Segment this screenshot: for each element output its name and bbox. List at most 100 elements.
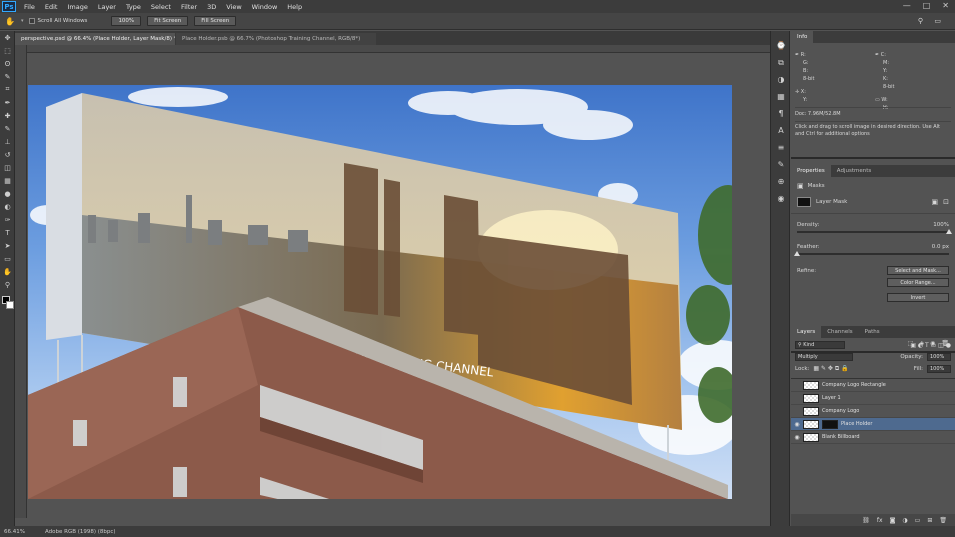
history-icon[interactable]: ⌚: [771, 37, 791, 54]
marquee-icon[interactable]: ⬚: [0, 44, 15, 57]
add-pixel-mask-icon[interactable]: ▣: [932, 198, 939, 206]
add-mask-icon[interactable]: ◙: [890, 517, 896, 524]
filter-icons[interactable]: ▣ ◐ T ▭ ◫ ●: [910, 342, 951, 349]
layer-row[interactable]: ◉ Place Holder: [791, 418, 955, 431]
path-select-icon[interactable]: ➤: [0, 239, 15, 252]
select-and-mask-button[interactable]: Select and Mask...: [887, 266, 949, 275]
blur-icon[interactable]: ●: [0, 187, 15, 200]
swatches-icon[interactable]: ▦: [771, 88, 791, 105]
brush-icon[interactable]: ✎: [0, 122, 15, 135]
new-layer-icon[interactable]: ⊞: [927, 517, 932, 524]
background-color[interactable]: [6, 301, 14, 309]
delete-layer-icon[interactable]: 🗑: [939, 517, 947, 524]
layer-row[interactable]: Company Logo: [791, 405, 955, 418]
new-group-icon[interactable]: ▭: [915, 517, 921, 524]
zoom-100-button[interactable]: 100%: [111, 16, 142, 26]
menu-edit[interactable]: Edit: [40, 3, 63, 11]
stamp-icon[interactable]: ⊥: [0, 135, 15, 148]
menu-help[interactable]: Help: [282, 3, 307, 11]
tab-channels[interactable]: Channels: [821, 326, 858, 338]
feather-slider-knob[interactable]: [794, 251, 800, 256]
fill-field[interactable]: 100%: [927, 365, 951, 373]
lasso-icon[interactable]: ʘ: [0, 57, 15, 70]
shape-icon[interactable]: ▭: [0, 252, 15, 265]
search-icon[interactable]: ⚲: [918, 17, 923, 25]
menu-type[interactable]: Type: [121, 3, 146, 11]
menu-layer[interactable]: Layer: [93, 3, 121, 11]
layer-style-icon[interactable]: fx: [877, 517, 883, 524]
crop-icon[interactable]: ⌗: [0, 83, 15, 96]
workspace-icon[interactable]: ▭: [934, 17, 941, 25]
tab-place-holder[interactable]: Place Holder.psb @ 66.7% (Photoshop Trai…: [176, 33, 376, 45]
menu-view[interactable]: View: [221, 3, 246, 11]
pen-icon[interactable]: ✑: [0, 213, 15, 226]
filter-kind-dropdown[interactable]: ⚲ Kind: [795, 341, 845, 349]
layer-mask-thumbnail[interactable]: [822, 419, 838, 429]
tab-properties[interactable]: Properties: [791, 165, 831, 177]
gradient-icon[interactable]: ▦: [0, 174, 15, 187]
opacity-field[interactable]: 100%: [927, 353, 951, 361]
fit-screen-button[interactable]: Fit Screen: [147, 16, 189, 26]
paragraph-icon[interactable]: ≡: [771, 139, 791, 156]
healing-icon[interactable]: ✚: [0, 109, 15, 122]
eye-icon[interactable]: ◉: [791, 434, 803, 441]
density-slider[interactable]: [797, 229, 952, 234]
minimize-icon[interactable]: —: [903, 1, 911, 10]
tab-perspective[interactable]: perspective.psd @ 66.4% (Place Holder, L…: [15, 33, 175, 45]
menu-filter[interactable]: Filter: [176, 3, 202, 11]
menu-3d[interactable]: 3D: [202, 3, 221, 11]
tab-paths[interactable]: Paths: [859, 326, 886, 338]
vertical-ruler: [15, 45, 27, 518]
maximize-icon[interactable]: □: [923, 1, 931, 10]
styles-icon[interactable]: ¶: [771, 105, 791, 122]
color-range-button[interactable]: Color Range...: [887, 278, 949, 287]
density-value[interactable]: 100%: [933, 222, 949, 228]
eraser-icon[interactable]: ◫: [0, 161, 15, 174]
hand-tool-icon[interactable]: ✋: [5, 17, 15, 26]
canvas-area[interactable]: OP TRAINING CHANNEL: [27, 53, 770, 518]
feather-slider[interactable]: [794, 251, 949, 256]
adjustment-layer-icon[interactable]: ◑: [902, 517, 907, 524]
tab-info[interactable]: Info: [791, 31, 814, 43]
eye-icon[interactable]: ◉: [791, 421, 803, 428]
tab-layers[interactable]: Layers: [791, 326, 822, 338]
adjustments-icon[interactable]: ◑: [771, 71, 791, 88]
type-icon[interactable]: T: [0, 226, 15, 239]
move-icon[interactable]: ✥: [0, 31, 15, 44]
scroll-all-windows-checkbox[interactable]: Scroll All Windows: [29, 18, 87, 24]
add-vector-mask-icon[interactable]: ⊡: [943, 198, 949, 206]
menu-image[interactable]: Image: [62, 3, 92, 11]
layer-row[interactable]: ◉ Blank Billboard: [791, 431, 955, 444]
feather-value[interactable]: 0.0 px: [932, 244, 949, 250]
layer-row[interactable]: Layer 1: [791, 392, 955, 405]
navigator-icon[interactable]: ◉: [771, 190, 791, 207]
menu-file[interactable]: File: [19, 3, 40, 11]
color-swatches[interactable]: [0, 295, 15, 313]
invert-button[interactable]: Invert: [887, 293, 949, 302]
pixel-mask-icon[interactable]: ▣: [797, 182, 804, 190]
menu-select[interactable]: Select: [146, 3, 176, 11]
fill-screen-button[interactable]: Fill Screen: [194, 16, 237, 26]
zoom-level[interactable]: 66.41%: [4, 529, 25, 535]
density-slider-knob[interactable]: [946, 229, 952, 234]
lock-icons[interactable]: ▦ ✎ ✥ ⧉ 🔒: [813, 365, 848, 373]
eyedropper-icon[interactable]: ✒: [0, 96, 15, 109]
document-image[interactable]: OP TRAINING CHANNEL: [28, 85, 732, 499]
libraries-icon[interactable]: ⧉: [771, 54, 791, 71]
quick-select-icon[interactable]: ✎: [0, 70, 15, 83]
dodge-icon[interactable]: ◐: [0, 200, 15, 213]
character-icon[interactable]: A: [771, 122, 791, 139]
brushes-icon[interactable]: ✎: [771, 156, 791, 173]
document-tabs: perspective.psd @ 66.4% (Place Holder, L…: [15, 31, 770, 45]
history-brush-icon[interactable]: ↺: [0, 148, 15, 161]
clone-source-icon[interactable]: ⊕: [771, 173, 791, 190]
zoom-icon[interactable]: ⚲: [0, 278, 15, 291]
layer-row[interactable]: Company Logo Rectangle: [791, 379, 955, 392]
menu-window[interactable]: Window: [247, 3, 283, 11]
close-icon[interactable]: ✕: [942, 1, 949, 10]
link-layers-icon[interactable]: ⛓: [862, 517, 870, 524]
tool-preset-dropdown-icon[interactable]: ▾: [21, 18, 24, 24]
hand-icon[interactable]: ✋: [0, 265, 15, 278]
tab-adjustments[interactable]: Adjustments: [831, 165, 877, 177]
blend-mode-dropdown[interactable]: Multiply: [795, 353, 853, 361]
